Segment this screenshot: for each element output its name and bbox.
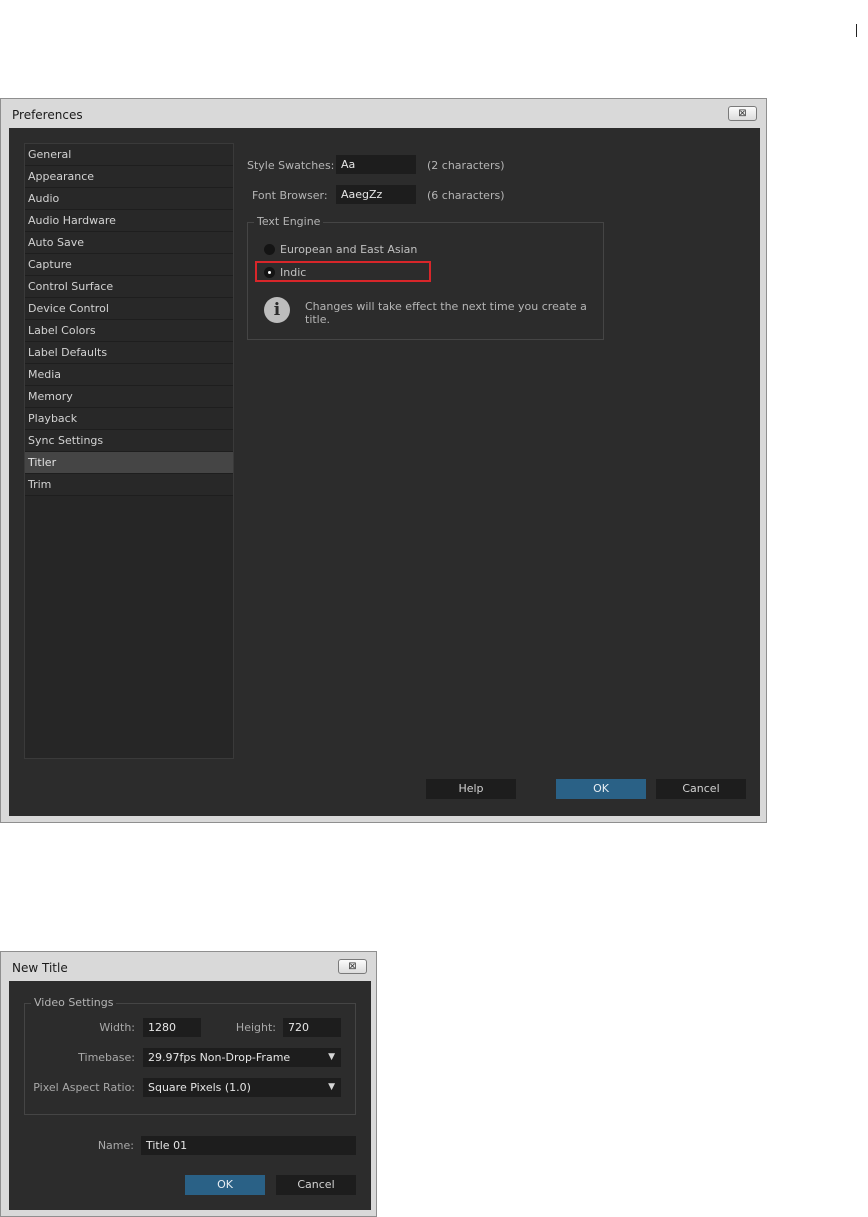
sidebar-item-audio-hardware[interactable]: Audio Hardware [25, 210, 233, 232]
sidebar-item-playback[interactable]: Playback [25, 408, 233, 430]
sidebar-item-control-surface[interactable]: Control Surface [25, 276, 233, 298]
radio-european-east-asian-label: European and East Asian [280, 242, 418, 256]
new-title-title: New Title [12, 961, 68, 975]
sidebar-item-memory[interactable]: Memory [25, 386, 233, 408]
new-title-body: Video Settings Width: 1280 Height: 720 T… [9, 981, 371, 1210]
info-message: Changes will take effect the next time y… [305, 300, 587, 326]
preferences-sidebar: General Appearance Audio Audio Hardware Auto… [24, 143, 234, 759]
pixel-aspect-ratio-dropdown[interactable]: Square Pixels (1.0) ▼ [143, 1078, 341, 1097]
info-icon: i [264, 297, 290, 323]
sidebar-item-appearance[interactable]: Appearance [25, 166, 233, 188]
video-settings-legend: Video Settings [31, 996, 117, 1009]
height-input[interactable]: 720 [283, 1018, 341, 1037]
dropdown-arrow-icon: ▼ [328, 1082, 335, 1092]
text-engine-group: Text Engine European and East Asian Indi… [247, 215, 604, 340]
sidebar-item-label-colors[interactable]: Label Colors [25, 320, 233, 342]
text-engine-legend: Text Engine [254, 215, 324, 228]
preferences-title: Preferences [12, 108, 83, 122]
ok-button[interactable]: OK [185, 1175, 265, 1195]
sidebar-item-label-defaults[interactable]: Label Defaults [25, 342, 233, 364]
radio-indic[interactable]: Indic [264, 264, 306, 280]
new-title-dialog: New Title ⊠ Video Settings Width: 1280 H… [0, 951, 377, 1217]
sidebar-item-audio[interactable]: Audio [25, 188, 233, 210]
video-settings-group: Video Settings Width: 1280 Height: 720 T… [24, 996, 356, 1115]
cancel-button[interactable]: Cancel [276, 1175, 356, 1195]
radio-button-checked-icon[interactable] [264, 266, 275, 278]
timebase-label: Timebase: [78, 1051, 135, 1064]
sidebar-item-device-control[interactable]: Device Control [25, 298, 233, 320]
timebase-value: 29.97fps Non-Drop-Frame [148, 1051, 291, 1064]
sidebar-item-media[interactable]: Media [25, 364, 233, 386]
new-title-titlebar: New Title ⊠ [1, 952, 376, 980]
help-button[interactable]: Help [426, 779, 516, 799]
page-edge-mark [856, 24, 857, 37]
sidebar-item-auto-save[interactable]: Auto Save [25, 232, 233, 254]
style-swatches-label: Style Swatches: [247, 159, 335, 172]
preferences-body: General Appearance Audio Audio Hardware Auto… [9, 128, 760, 816]
name-input[interactable]: Title 01 [141, 1136, 356, 1155]
ok-button[interactable]: OK [556, 779, 646, 799]
name-label: Name: [97, 1139, 134, 1152]
sidebar-item-sync-settings[interactable]: Sync Settings [25, 430, 233, 452]
pixel-aspect-ratio-value: Square Pixels (1.0) [148, 1081, 251, 1094]
font-browser-hint: (6 characters) [427, 189, 505, 202]
width-label: Width: [99, 1021, 135, 1034]
font-browser-input[interactable]: AaegZz [336, 185, 416, 204]
radio-indic-label: Indic [280, 265, 307, 279]
pixel-aspect-ratio-label: Pixel Aspect Ratio: [33, 1081, 135, 1094]
width-input[interactable]: 1280 [143, 1018, 201, 1037]
radio-european-east-asian[interactable]: European and East Asian [264, 241, 417, 257]
dropdown-arrow-icon: ▼ [328, 1052, 335, 1062]
sidebar-item-titler[interactable]: Titler [25, 452, 233, 474]
font-browser-label: Font Browser: [252, 189, 328, 202]
preferences-dialog: Preferences ⊠ General Appearance Audio Audi… [0, 98, 767, 823]
cancel-button[interactable]: Cancel [656, 779, 746, 799]
style-swatches-hint: (2 characters) [427, 159, 505, 172]
sidebar-item-trim[interactable]: Trim [25, 474, 233, 496]
radio-button-icon[interactable] [264, 243, 275, 255]
close-icon[interactable]: ⊠ [338, 959, 367, 974]
style-swatches-input[interactable]: Aa [336, 155, 416, 174]
close-icon[interactable]: ⊠ [728, 106, 757, 121]
height-label: Height: [235, 1021, 276, 1034]
timebase-dropdown[interactable]: 29.97fps Non-Drop-Frame ▼ [143, 1048, 341, 1067]
sidebar-item-capture[interactable]: Capture [25, 254, 233, 276]
sidebar-item-general[interactable]: General [25, 144, 233, 166]
preferences-titlebar: Preferences ⊠ [1, 99, 766, 127]
